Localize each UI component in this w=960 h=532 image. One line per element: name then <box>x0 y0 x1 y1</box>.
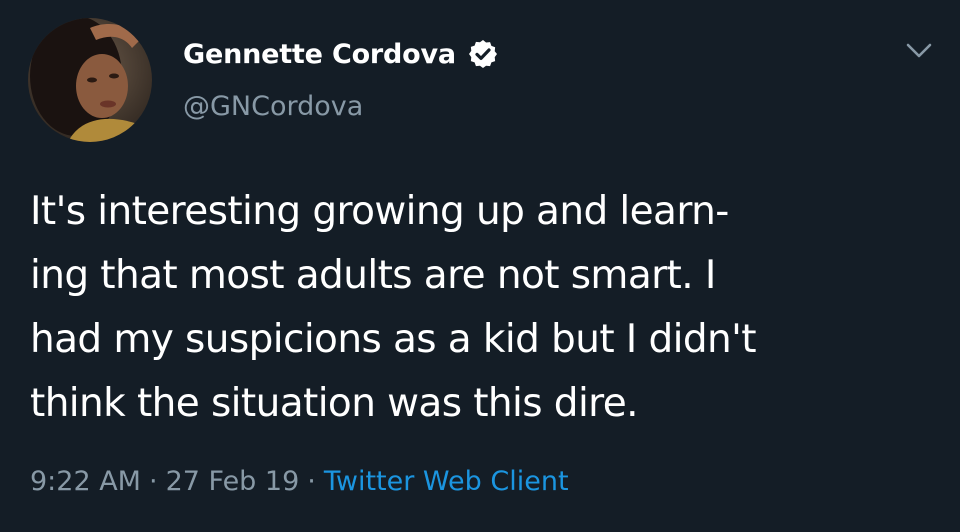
tweet-date[interactable]: 27 Feb 19 <box>166 466 300 497</box>
author-name-row: Gennette Cordova <box>183 32 499 76</box>
avatar-image <box>28 18 152 142</box>
meta-separator: · <box>307 466 316 497</box>
display-name[interactable]: Gennette Cordova <box>183 39 456 70</box>
user-handle[interactable]: @GNCordova <box>183 91 363 122</box>
tweet-card: Gennette Cordova @GNCordova It's interes… <box>0 0 960 532</box>
tweet-time[interactable]: 9:22 AM <box>30 466 141 497</box>
chevron-down-icon[interactable] <box>902 36 936 64</box>
tweet-text-line: had my suspicions as a kid but I didn't <box>30 317 757 362</box>
tweet-text: It's interesting growing up and learn- i… <box>30 180 942 436</box>
tweet-metadata: 9:22 AM · 27 Feb 19 · Twitter Web Client <box>30 466 569 497</box>
meta-separator: · <box>148 466 158 497</box>
tweet-text-line: It's interesting growing up and learn- <box>30 189 729 234</box>
tweet-text-line: ing that most adults are not smart. I <box>30 253 716 298</box>
avatar[interactable] <box>28 18 152 142</box>
tweet-text-line: think the situation was this dire. <box>30 381 639 426</box>
verified-badge-icon <box>467 38 499 70</box>
source-client-link[interactable]: Twitter Web Client <box>324 466 569 497</box>
